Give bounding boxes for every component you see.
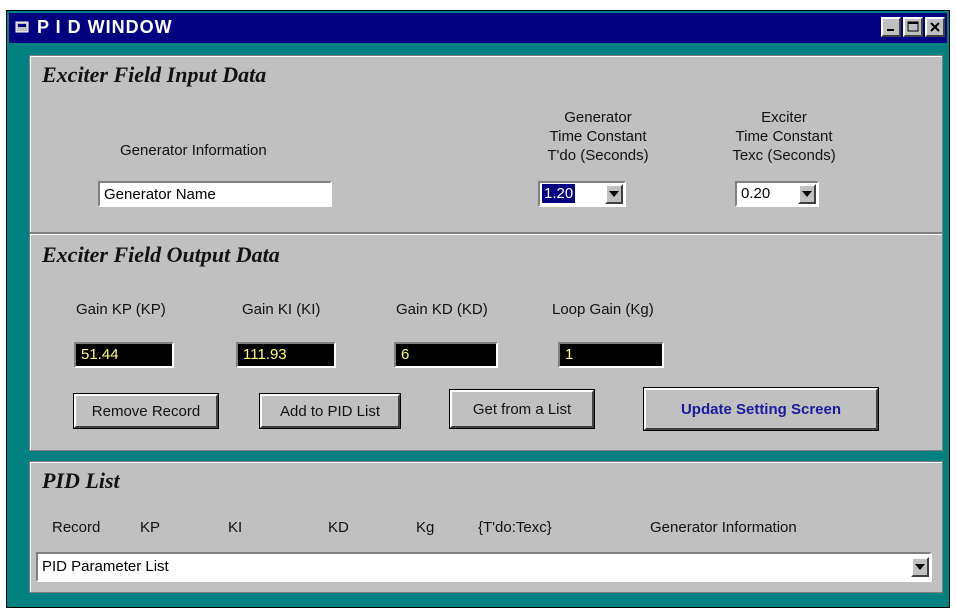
gen-time-constant-value: 1.20 [542, 184, 576, 203]
exc-time-constant-dropdown-button[interactable] [798, 184, 816, 204]
kd-label: Gain KD (KD) [396, 301, 488, 318]
window-title: P I D WINDOW [37, 17, 173, 37]
pid-parameter-list-select[interactable]: PID Parameter List [36, 552, 932, 582]
close-button[interactable] [925, 17, 945, 37]
kd-value: 6 [394, 342, 498, 368]
exc-time-constant-label-3: Texc (Seconds) [732, 147, 836, 164]
gen-time-constant-select[interactable]: 1.20 [538, 181, 626, 207]
generator-name-field[interactable] [98, 181, 332, 207]
pid-list-dropdown-button[interactable] [911, 557, 929, 577]
close-icon [930, 22, 940, 32]
chevron-down-icon [609, 191, 619, 197]
get-from-list-button[interactable]: Get from a List [449, 389, 595, 429]
chevron-down-icon [915, 564, 925, 570]
pid-list-title: PID List [42, 468, 120, 493]
pid-window: P I D WINDOW Exciter Field Input Data Ge… [6, 10, 950, 608]
ki-label: Gain KI (KI) [242, 301, 321, 318]
chevron-down-icon [802, 191, 812, 197]
input-panel-title: Exciter Field Input Data [42, 62, 267, 87]
maximize-icon [907, 21, 919, 32]
add-to-pid-list-button[interactable]: Add to PID List [259, 393, 401, 429]
header-ki: KI [228, 519, 243, 536]
update-setting-screen-button[interactable]: Update Setting Screen [643, 387, 879, 431]
output-data-panel: Exciter Field Output Data Gain KP (KP) 5… [29, 233, 943, 451]
gen-time-constant-dropdown-button[interactable] [605, 184, 623, 204]
title-bar[interactable]: P I D WINDOW [9, 13, 947, 43]
kg-value: 1 [558, 342, 664, 368]
kg-label: Loop Gain (Kg) [552, 301, 654, 318]
minimize-icon [887, 29, 894, 31]
pid-parameter-list-value: PID Parameter List [42, 558, 169, 575]
minimize-button[interactable] [881, 17, 901, 37]
ki-value: 111.93 [236, 342, 336, 368]
header-kd: KD [328, 519, 349, 536]
gen-time-constant-label-2: Time Constant [549, 128, 647, 145]
kp-value: 51.44 [74, 342, 174, 368]
remove-record-button[interactable]: Remove Record [73, 393, 219, 429]
header-kg: Kg [416, 519, 435, 536]
gen-time-constant-label-1: Generator [564, 109, 632, 126]
exc-time-constant-select[interactable]: 0.20 [735, 181, 819, 207]
maximize-button[interactable] [903, 17, 923, 37]
header-record: Record [52, 519, 101, 536]
exc-time-constant-label-2: Time Constant [735, 128, 833, 145]
header-generator-info: Generator Information [650, 519, 797, 536]
exc-time-constant-value: 0.20 [741, 185, 771, 202]
kp-label: Gain KP (KP) [76, 301, 166, 318]
gen-time-constant-label-3: T'do (Seconds) [547, 147, 649, 164]
header-tdo-texc: {T'do:Texc} [478, 519, 552, 536]
pid-list-panel: PID List Record KP KI KD Kg {T'do:Texc} … [29, 461, 943, 593]
header-kp: KP [140, 519, 161, 536]
exc-time-constant-label-1: Exciter [761, 109, 807, 126]
input-data-panel: Exciter Field Input Data Generator Infor… [29, 55, 943, 233]
generator-info-label: Generator Information [120, 142, 267, 159]
output-panel-title: Exciter Field Output Data [42, 242, 280, 267]
app-icon [15, 21, 29, 33]
